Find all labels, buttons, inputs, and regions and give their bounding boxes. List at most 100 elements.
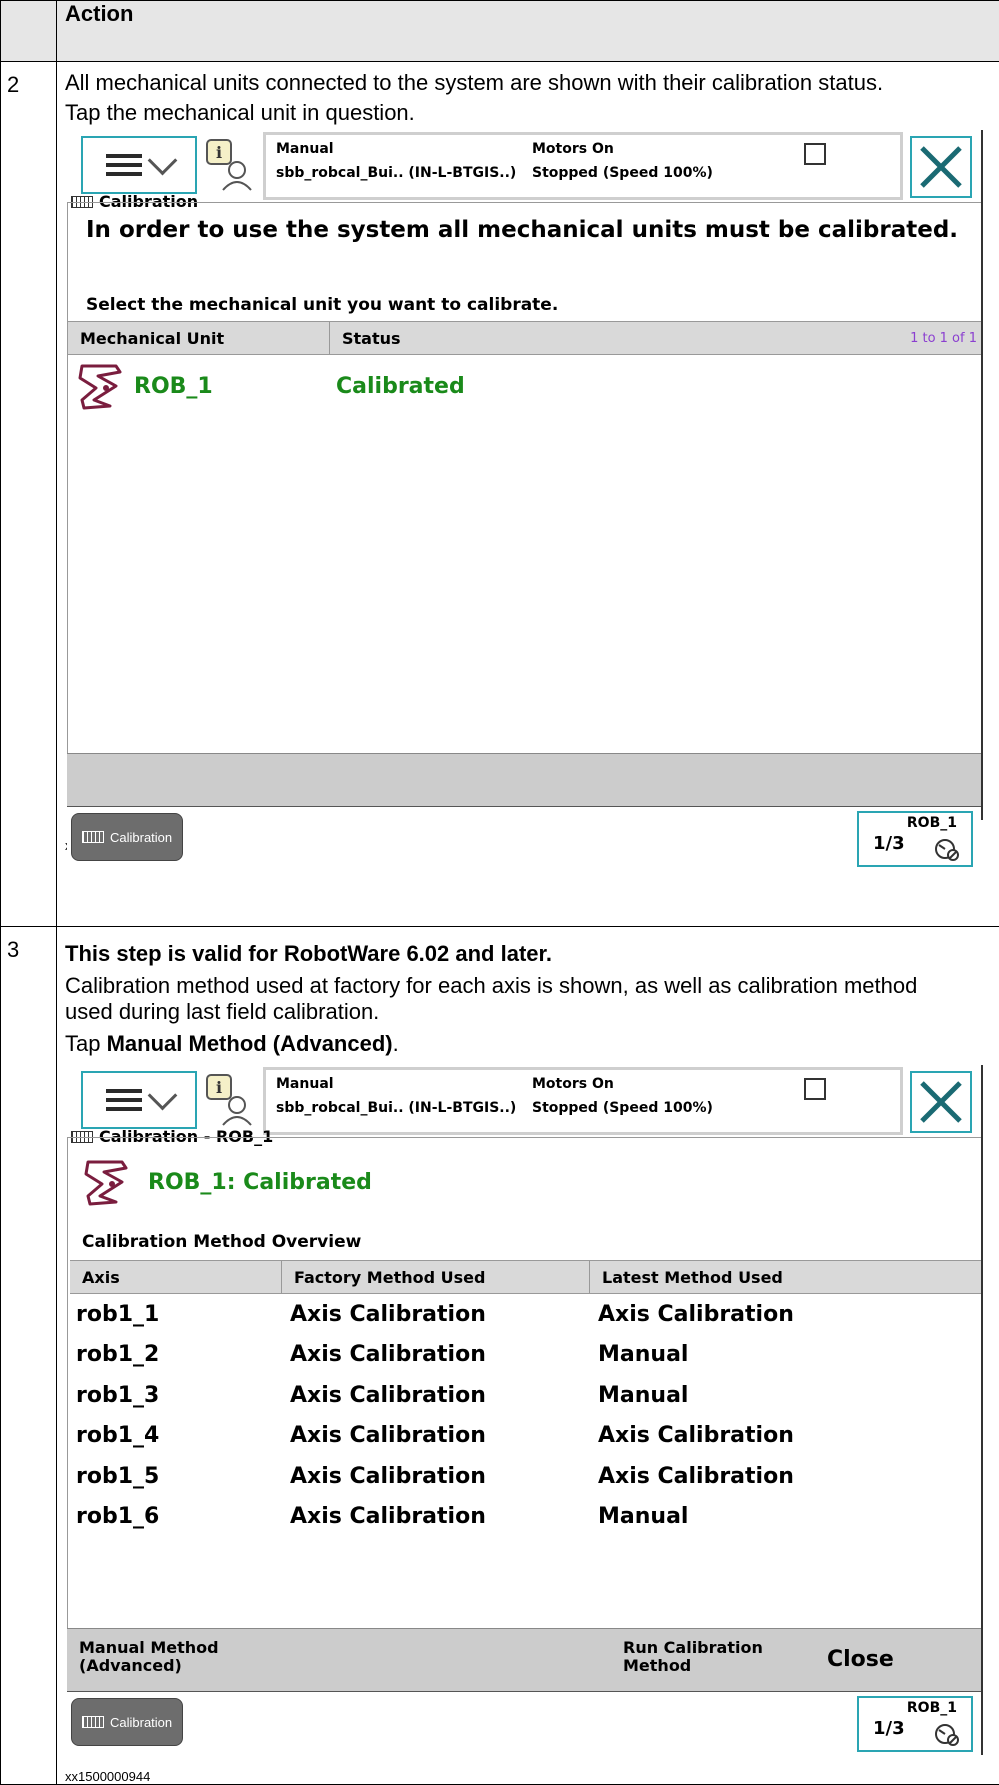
command-bar: Manual Method (Advanced) Run Calibration… — [67, 1628, 981, 1691]
robot-arm-icon — [82, 1156, 134, 1208]
run-calibration-method-button[interactable]: Run Calibration Method — [623, 1639, 763, 1675]
factory-method: Axis Calibration — [282, 1383, 590, 1408]
hamburger-icon — [106, 154, 142, 176]
axis-rows: rob1_1Axis CalibrationAxis Calibration r… — [68, 1294, 981, 1537]
factory-method: Axis Calibration — [282, 1302, 590, 1327]
step-3-row: 3 This step is valid for RobotWare 6.02 … — [1, 927, 999, 1785]
procedure-table: Action 2 All mechanical units connected … — [0, 0, 999, 1785]
quickset-unit-label: ROB_1 — [907, 1700, 957, 1716]
top-bar: i Manual sbb_robcal_Bui.. (IN-L-BTGIS..)… — [67, 130, 981, 202]
axis-name: rob1_2 — [68, 1342, 282, 1367]
factory-method: Axis Calibration — [282, 1342, 590, 1367]
close-button[interactable]: Close — [827, 1647, 894, 1672]
flexpendant-screen-units: i Manual sbb_robcal_Bui.. (IN-L-BTGIS..)… — [67, 130, 983, 820]
latest-method: Axis Calibration — [590, 1464, 794, 1489]
svg-text:i: i — [216, 1078, 222, 1097]
axis-name: rob1_4 — [68, 1423, 282, 1448]
figure-caption-3: xx1500000944 — [57, 1769, 999, 1784]
step-3-number: 3 — [1, 927, 57, 1785]
calibration-icon — [82, 1716, 104, 1728]
quickset-button[interactable]: ROB_1 1/3 — [857, 1696, 973, 1752]
quickset-button[interactable]: ROB_1 1/3 — [857, 811, 973, 867]
axis-grid-header: Axis Factory Method Used Latest Method U… — [70, 1260, 981, 1294]
taskbar-calibration-button[interactable]: Calibration — [71, 1698, 183, 1746]
status-motors: Motors On — [532, 141, 614, 157]
number-column-header — [1, 1, 57, 62]
hamburger-icon — [106, 1089, 142, 1111]
unit-title-row: ROB_1: Calibrated — [68, 1138, 981, 1208]
axis-name: rob1_3 — [68, 1383, 282, 1408]
table-row[interactable]: rob1_5Axis CalibrationAxis Calibration — [68, 1456, 981, 1497]
column-factory-method: Factory Method Used — [282, 1261, 590, 1293]
status-mode: Manual — [276, 141, 334, 157]
content-area: In order to use the system all mechanica… — [67, 202, 981, 753]
manual-method-advanced-button[interactable]: Manual Method (Advanced) — [79, 1639, 219, 1675]
status-system-name: sbb_robcal_Bui.. (IN-L-BTGIS..) — [276, 165, 516, 181]
robot-flag-icon — [804, 143, 826, 165]
quickset-fraction: 1/3 — [873, 833, 905, 854]
status-bar[interactable]: Manual sbb_robcal_Bui.. (IN-L-BTGIS..) M… — [263, 132, 903, 200]
unit-name: ROB_1 — [128, 374, 336, 399]
pager-label: 1 to 1 of 1 — [898, 322, 981, 354]
column-mechanical-unit: Mechanical Unit — [68, 322, 330, 354]
latest-method: Manual — [590, 1383, 688, 1408]
robot-arm-icon — [76, 360, 128, 412]
unit-status: Calibrated — [336, 374, 465, 399]
status-bar[interactable]: Manual sbb_robcal_Bui.. (IN-L-BTGIS..) M… — [263, 1067, 903, 1135]
event-log-info-icon[interactable]: i — [205, 138, 253, 192]
unit-grid-header: Mechanical Unit Status 1 to 1 of 1 — [68, 321, 981, 355]
step-2-row: 2 All mechanical units connected to the … — [1, 62, 999, 927]
table-row[interactable]: rob1_6Axis CalibrationManual — [68, 1497, 981, 1538]
robot-flag-icon — [804, 1078, 826, 1100]
status-mode: Manual — [276, 1076, 334, 1092]
status-program-state: Stopped (Speed 100%) — [532, 1100, 713, 1116]
main-menu-button[interactable] — [81, 136, 197, 194]
latest-method: Axis Calibration — [590, 1302, 794, 1327]
unit-title: ROB_1: Calibrated — [134, 1170, 372, 1195]
step-2-number: 2 — [1, 62, 57, 927]
speed-icon — [933, 835, 959, 861]
status-system-name: sbb_robcal_Bui.. (IN-L-BTGIS..) — [276, 1100, 516, 1116]
calibration-icon — [82, 831, 104, 843]
table-header-row: Action — [1, 1, 999, 62]
taskbar-calibration-button[interactable]: Calibration — [71, 813, 183, 861]
step-2-line-2: Tap the mechanical unit in question. — [65, 98, 999, 128]
factory-method: Axis Calibration — [282, 1504, 590, 1529]
latest-method: Manual — [590, 1504, 688, 1529]
quickset-unit-label: ROB_1 — [907, 815, 957, 831]
step-2-content: All mechanical units connected to the sy… — [57, 62, 999, 927]
flexpendant-screen-overview: i Manual sbb_robcal_Bui.. (IN-L-BTGIS..)… — [67, 1065, 983, 1755]
overview-label: Calibration Method Overview — [68, 1208, 981, 1252]
column-latest-method: Latest Method Used — [590, 1261, 981, 1293]
status-motors: Motors On — [532, 1076, 614, 1092]
content-area: ROB_1: Calibrated Calibration Method Ove… — [67, 1137, 981, 1628]
select-unit-prompt: Select the mechanical unit you want to c… — [68, 243, 981, 315]
step-3-instruction: Tap Manual Method (Advanced). — [65, 1029, 969, 1059]
manual-method-reference: Manual Method (Advanced) — [107, 1031, 393, 1056]
factory-method: Axis Calibration — [282, 1423, 590, 1448]
factory-method: Axis Calibration — [282, 1464, 590, 1489]
column-axis: Axis — [70, 1261, 282, 1293]
table-row[interactable]: rob1_4Axis CalibrationAxis Calibration — [68, 1416, 981, 1457]
event-log-info-icon[interactable]: i — [205, 1073, 253, 1127]
chevron-down-icon — [147, 145, 177, 175]
latest-method: Axis Calibration — [590, 1423, 794, 1448]
unit-row-rob1[interactable]: ROB_1 Calibrated — [68, 355, 981, 417]
step-3-validity-note: This step is valid for RobotWare 6.02 an… — [65, 939, 969, 969]
table-row[interactable]: rob1_2Axis CalibrationManual — [68, 1335, 981, 1376]
table-row[interactable]: rob1_3Axis CalibrationManual — [68, 1375, 981, 1416]
table-row[interactable]: rob1_1Axis CalibrationAxis Calibration — [68, 1294, 981, 1335]
taskbar: Calibration ROB_1 1/3 — [67, 806, 981, 869]
command-bar — [67, 753, 981, 806]
top-bar: i Manual sbb_robcal_Bui.. (IN-L-BTGIS..)… — [67, 1065, 981, 1137]
close-x-button[interactable] — [910, 136, 972, 198]
close-x-button[interactable] — [910, 1071, 972, 1133]
main-menu-button[interactable] — [81, 1071, 197, 1129]
latest-method: Manual — [590, 1342, 688, 1367]
calibration-required-message: In order to use the system all mechanica… — [68, 203, 981, 243]
svg-text:i: i — [216, 143, 222, 162]
chevron-down-icon — [147, 1080, 177, 1110]
axis-name: rob1_1 — [68, 1302, 282, 1327]
column-status: Status — [330, 322, 898, 354]
step-2-line-1: All mechanical units connected to the sy… — [65, 68, 999, 98]
